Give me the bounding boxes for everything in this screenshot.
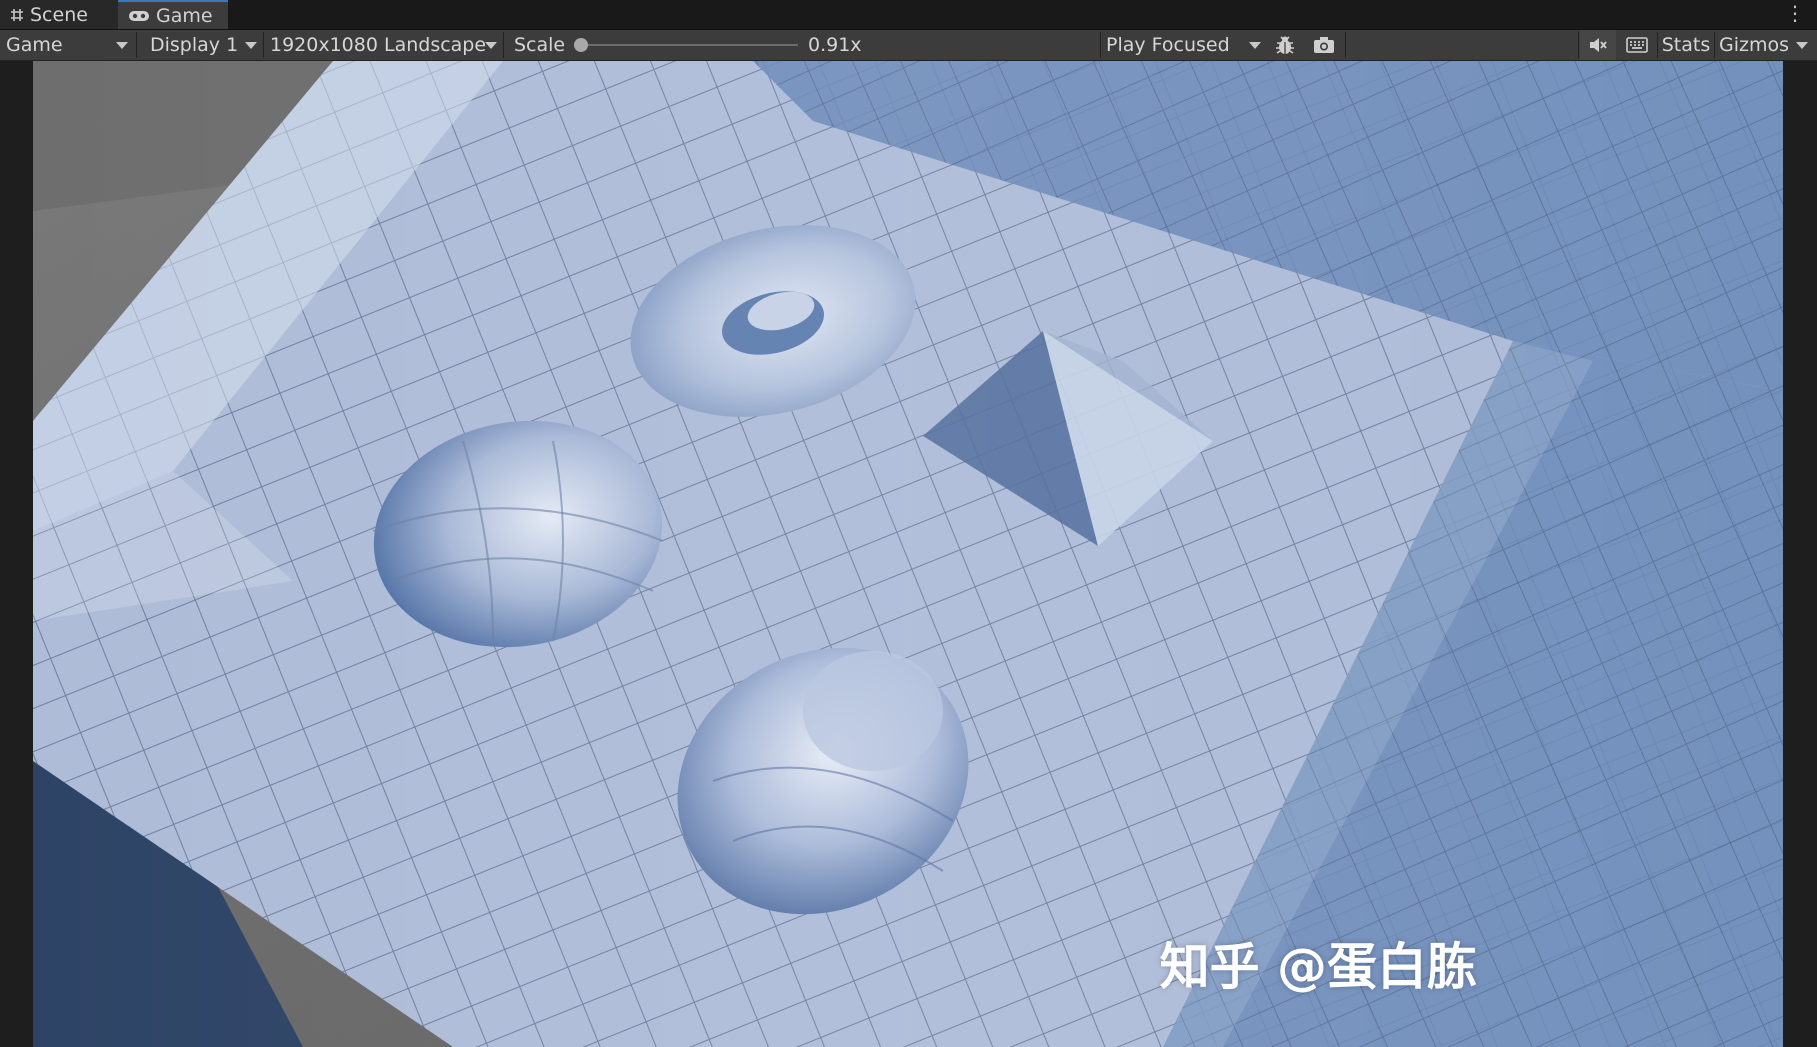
tab-bar: Scene Game ⋮ bbox=[0, 0, 1817, 30]
scale-label: Scale bbox=[514, 34, 566, 56]
divider bbox=[136, 32, 137, 58]
game-view-dropdown[interactable]: Game bbox=[6, 30, 130, 60]
gizmos-button-label: Gizmos bbox=[1719, 34, 1790, 56]
scale-value: 0.91x bbox=[808, 34, 862, 56]
tab-game-label: Game bbox=[156, 4, 213, 27]
tab-game[interactable]: Game bbox=[118, 0, 228, 29]
divider bbox=[503, 32, 504, 58]
resolution-dropdown[interactable]: 1920x1080 Landscape bbox=[270, 30, 502, 60]
divider bbox=[1100, 32, 1101, 58]
chevron-down-icon bbox=[245, 42, 257, 49]
kebab-menu-icon[interactable]: ⋮ bbox=[1785, 3, 1805, 23]
divider bbox=[1714, 32, 1715, 58]
gizmos-button[interactable]: Gizmos bbox=[1719, 30, 1789, 60]
game-toolbar: Game Display 1 1920x1080 Landscape Scale… bbox=[0, 30, 1817, 61]
resolution-dropdown-label: 1920x1080 Landscape bbox=[270, 34, 487, 56]
gizmos-dropdown[interactable] bbox=[1790, 30, 1814, 60]
game-render: 知乎 @蛋白胨 bbox=[33, 61, 1783, 1047]
play-mode-dropdown-label: Play Focused bbox=[1106, 34, 1230, 56]
display-dropdown[interactable]: Display 1 bbox=[150, 30, 260, 60]
stats-button-label: Stats bbox=[1661, 34, 1711, 56]
watermark-text: 知乎 @蛋白胨 bbox=[1159, 938, 1477, 996]
grid-hash-icon bbox=[10, 8, 24, 22]
scale-slider-handle[interactable] bbox=[574, 38, 588, 52]
divider bbox=[1657, 32, 1658, 58]
game-viewport[interactable]: 知乎 @蛋白胨 bbox=[0, 61, 1817, 1047]
bug-icon[interactable] bbox=[1266, 30, 1304, 60]
stats-button[interactable]: Stats bbox=[1660, 30, 1712, 60]
divider bbox=[1345, 32, 1346, 58]
keyboard-icon[interactable] bbox=[1618, 30, 1656, 60]
tab-scene-label: Scene bbox=[30, 3, 88, 26]
divider bbox=[263, 32, 264, 58]
gamepad-icon bbox=[128, 9, 150, 23]
chevron-down-icon bbox=[1796, 42, 1808, 49]
play-mode-dropdown[interactable]: Play Focused bbox=[1106, 30, 1261, 60]
chevron-down-icon bbox=[485, 42, 497, 49]
scene-render bbox=[33, 61, 1783, 1047]
chevron-down-icon bbox=[116, 42, 128, 49]
camera-icon[interactable] bbox=[1306, 30, 1342, 60]
divider bbox=[1578, 32, 1579, 58]
game-view-dropdown-label: Game bbox=[6, 34, 63, 56]
chevron-down-icon bbox=[1249, 42, 1261, 49]
display-dropdown-label: Display 1 bbox=[150, 34, 239, 56]
tab-scene[interactable]: Scene bbox=[0, 0, 118, 29]
scale-slider[interactable] bbox=[580, 44, 798, 46]
mute-audio-icon[interactable] bbox=[1580, 30, 1616, 60]
